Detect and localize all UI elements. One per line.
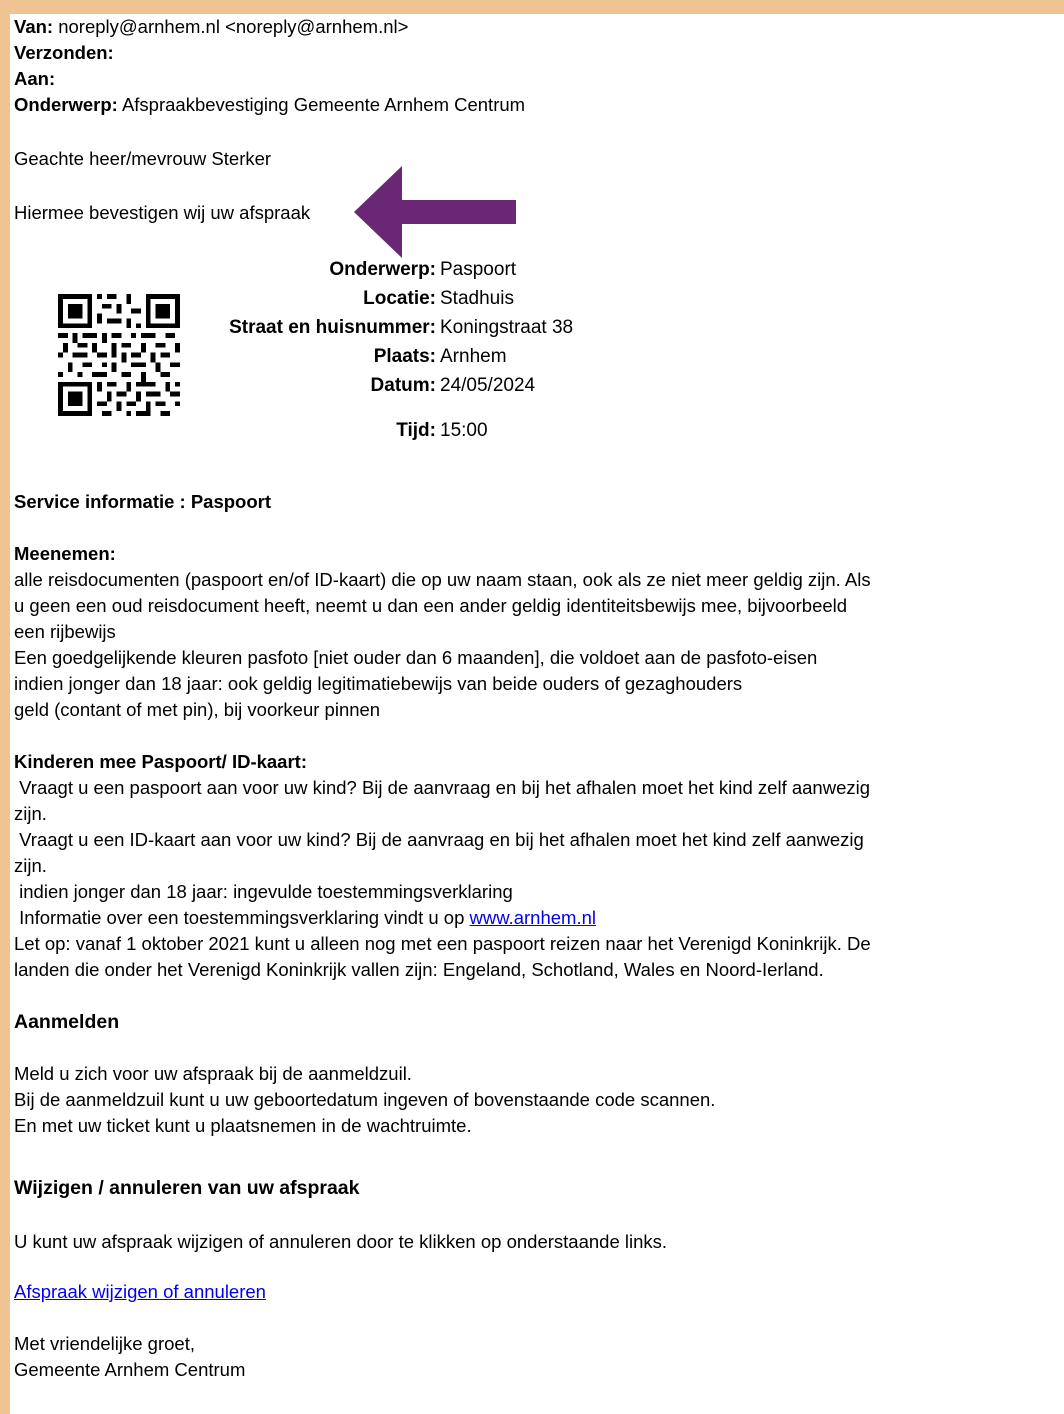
subject-value: Afspraakbevestiging Gemeente Arnhem Cent… (121, 94, 526, 115)
closing-greeting: Met vriendelijke groet, (14, 1333, 195, 1354)
info-text: Informatie over een toestemmingsverklari… (14, 907, 470, 928)
appt-street-row: Straat en huisnummer: Koningstraat 38 (0, 313, 600, 342)
sent-label: Verzonden: (14, 42, 114, 63)
change-appointment-link[interactable]: Afspraak wijzigen of annuleren (14, 1281, 266, 1302)
from-line: Van: noreply@arnhem.nl <noreply@arnhem.n… (14, 14, 1054, 40)
appt-date-row: Datum: 24/05/2024 (0, 371, 600, 400)
appt-location-value: Stadhuis (440, 288, 514, 309)
register-line: En met uw ticket kunt u plaatsnemen in d… (14, 1115, 472, 1136)
appt-subject-row: Onderwerp: Paspoort (0, 255, 600, 284)
closing-signature: Gemeente Arnhem Centrum (14, 1359, 246, 1380)
children-line: Vraagt u een ID-kaart aan voor uw kind? … (14, 829, 864, 850)
left-arrow-icon (354, 166, 516, 258)
info-line: Informatie over een toestemmingsverklari… (14, 905, 1044, 931)
appt-city-label: Plaats: (373, 346, 436, 367)
bring-line: indien jonger dan 18 jaar: ook geldig le… (14, 673, 743, 694)
to-label: Aan: (14, 68, 56, 89)
email-header: Van: noreply@arnhem.nl <noreply@arnhem.n… (14, 14, 1054, 226)
children-heading: Kinderen mee Paspoort/ ID-kaart: (14, 751, 307, 772)
appt-location-label: Locatie: (363, 288, 436, 309)
children-line: indien jonger dan 18 jaar: ingevulde toe… (14, 881, 513, 902)
appt-city-row: Plaats: Arnhem (0, 342, 600, 371)
note-line: Let op: vanaf 1 oktober 2021 kunt u alle… (14, 933, 871, 954)
bring-line: Een goedgelijkende kleuren pasfoto [niet… (14, 647, 818, 668)
appt-subject-label: Onderwerp: (329, 259, 436, 280)
service-heading: Service informatie : Paspoort (14, 491, 272, 512)
note-line: landen die onder het Verenigd Koninkrijk… (14, 959, 824, 980)
change-text: U kunt uw afspraak wijzigen of annuleren… (14, 1231, 668, 1252)
confirm-text: Hiermee bevestigen wij uw afspraak (14, 202, 311, 223)
service-section: Service informatie : Paspoort Meenemen: … (14, 489, 1044, 1383)
appt-subject-value: Paspoort (440, 259, 517, 280)
change-heading: Wijzigen / annuleren van uw afspraak (14, 1177, 360, 1199)
subject-line: Onderwerp: Afspraakbevestiging Gemeente … (14, 92, 1054, 118)
appt-date-label: Datum: (370, 375, 436, 396)
appt-street-label: Straat en huisnummer: (229, 317, 436, 338)
appt-time-label: Tijd: (396, 420, 436, 441)
bring-heading: Meenemen: (14, 543, 116, 564)
appt-street-value: Koningstraat 38 (440, 317, 574, 338)
appt-date-value: 24/05/2024 (440, 375, 536, 396)
children-line: zijn. (14, 803, 47, 824)
bring-line: een rijbewijs (14, 621, 116, 642)
subject-label: Onderwerp: (14, 94, 118, 115)
register-line: Bij de aanmeldzuil kunt u uw geboortedat… (14, 1089, 716, 1110)
children-line: zijn. (14, 855, 47, 876)
arnhem-website-link[interactable]: www.arnhem.nl (470, 907, 596, 928)
appt-city-value: Arnhem (440, 346, 507, 367)
appt-time-row: Tijd: 15:00 (0, 416, 600, 445)
appt-location-row: Locatie: Stadhuis (0, 284, 600, 313)
register-line: Meld u zich voor uw afspraak bij de aanm… (14, 1063, 412, 1084)
from-value: noreply@arnhem.nl <noreply@arnhem.nl> (58, 16, 409, 37)
bring-line: alle reisdocumenten (paspoort en/of ID-k… (14, 569, 871, 590)
frame-top-border (0, 0, 1064, 14)
register-heading: Aanmelden (14, 1011, 120, 1033)
from-label: Van: (14, 16, 54, 37)
appt-time-value: 15:00 (440, 420, 488, 441)
children-line: Vraagt u een paspoort aan voor uw kind? … (14, 777, 871, 798)
frame-left-border (0, 0, 10, 1414)
bring-line: geld (contant of met pin), bij voorkeur … (14, 699, 381, 720)
bring-line: u geen een oud reisdocument heeft, neemt… (14, 595, 848, 616)
greeting: Geachte heer/mevrouw Sterker (14, 148, 272, 169)
